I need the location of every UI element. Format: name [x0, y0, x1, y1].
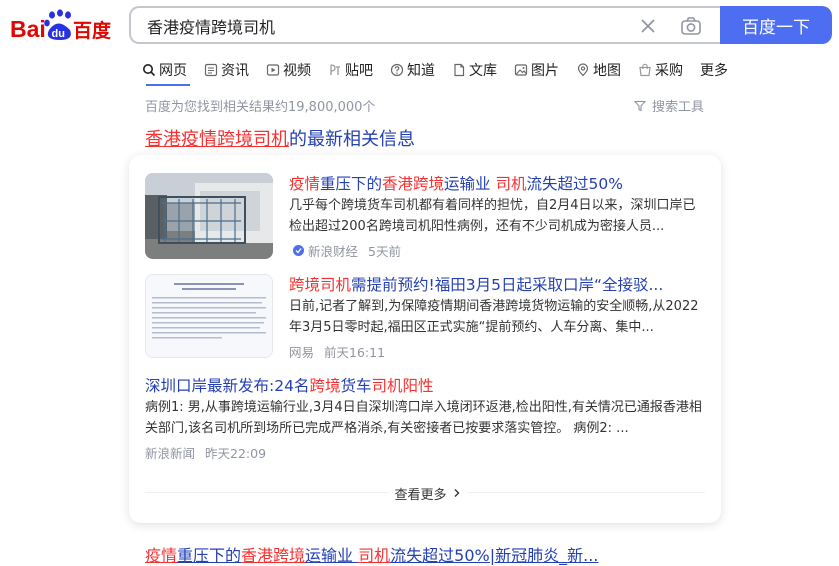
result-count: 百度为您找到相关结果约19,800,000个 — [145, 100, 376, 115]
search-tools-label: 搜索工具 — [652, 100, 705, 115]
tab-label: 文库 — [469, 63, 497, 79]
news-source: 新浪新闻 — [145, 446, 196, 461]
chevron-right-icon — [454, 489, 459, 497]
search-input[interactable] — [145, 8, 619, 44]
news-meta-3: 新浪新闻 昨天22:09 — [145, 443, 266, 462]
tieba-icon — [330, 64, 340, 75]
title-highlight: 跨境 — [309, 377, 341, 395]
news-time: 昨天22:09 — [205, 446, 267, 461]
title-text: 货车 — [340, 377, 372, 395]
video-icon — [266, 64, 280, 76]
tab-label: 贴吧 — [345, 63, 373, 79]
tab-zhidao[interactable]: 知道 — [390, 58, 435, 82]
tab-label: 视频 — [283, 63, 311, 79]
doc-icon — [454, 63, 465, 77]
news-source: 网易 — [289, 345, 315, 360]
news-time: 5天前 — [368, 244, 401, 259]
news-abstract-1: 几乎每个跨境货车司机都有着同样的担忧，自2月4日以来，深圳口岸已检出超过200名… — [289, 198, 696, 234]
search-tools-button[interactable]: 搜索工具 — [634, 96, 704, 115]
search-tabs: 网页 资讯 视频 贴吧 知道 文库 图片 地图 采购 更多 — [142, 58, 745, 82]
title-text: 重压下的 — [177, 546, 242, 565]
search-icon — [143, 64, 156, 77]
view-more-button[interactable]: 查看更多 — [388, 484, 468, 503]
news-abstract-3: 病例1: 男,从事跨境运输行业,3月4日自深圳湾口岸入境闭环返港,检出阳性,有关… — [145, 400, 702, 436]
title-text: 流失超过50%|新冠肺炎_新... — [390, 546, 599, 565]
section-title-highlight: 香港疫情跨境司机 — [145, 129, 289, 150]
news-section-title[interactable]: 香港疫情跨境司机的最新相关信息 — [145, 125, 415, 151]
svg-text:百度: 百度 — [73, 19, 112, 42]
tab-shop[interactable]: 采购 — [638, 58, 683, 82]
news-thumbnail-2[interactable] — [145, 274, 273, 358]
title-text: 深圳口岸最新发布:24名 — [145, 377, 310, 395]
question-icon — [390, 63, 404, 77]
tab-map[interactable]: 地图 — [576, 58, 621, 82]
section-title-rest: 的最新相关信息 — [289, 129, 415, 150]
svg-text:du: du — [52, 28, 65, 40]
tab-label: 网页 — [159, 63, 187, 79]
tab-label: 资讯 — [221, 63, 249, 79]
title-highlight: 跨境司机 — [289, 276, 352, 294]
news-meta-1: 新浪财经 5天前 — [293, 241, 401, 260]
tab-more[interactable]: 更多 — [700, 58, 728, 82]
tab-web[interactable]: 网页 — [142, 58, 187, 82]
shop-icon — [639, 63, 651, 77]
active-tab-indicator — [146, 84, 190, 86]
news-source: 新浪财经 — [308, 244, 359, 259]
title-text: 流失超过50% — [526, 175, 623, 193]
news-title-3[interactable]: 深圳口岸最新发布:24名跨境货车司机阳性 — [145, 374, 434, 396]
baidu-logo-icon: Bai du 百度 — [10, 9, 112, 42]
baidu-logo[interactable]: Bai du 百度 — [8, 6, 118, 46]
clear-icon[interactable] — [637, 15, 659, 37]
news-thumbnail-1[interactable] — [145, 173, 273, 259]
title-highlight: 司机 — [495, 175, 527, 193]
tab-label: 知道 — [407, 63, 435, 79]
search-box[interactable] — [129, 6, 720, 44]
search-button[interactable]: 百度一下 — [720, 6, 832, 44]
result-title[interactable]: 疫情重压下的香港跨境运输业 司机流失超过50%|新冠肺炎_新... — [145, 542, 598, 566]
tab-tieba[interactable]: 贴吧 — [328, 58, 373, 82]
news-icon — [204, 63, 218, 77]
title-text: 运输业 — [444, 175, 496, 193]
filter-icon — [634, 100, 646, 111]
news-image-2 — [146, 275, 272, 357]
tab-label: 采购 — [655, 63, 683, 79]
tab-label: 更多 — [700, 63, 728, 79]
title-highlight: 香港跨境 — [382, 175, 445, 193]
news-title-1[interactable]: 疫情重压下的香港跨境运输业 司机流失超过50% — [289, 172, 623, 194]
title-highlight: 司机阳性 — [371, 377, 434, 395]
verified-icon — [293, 245, 304, 256]
news-abstract-2: 日前,记者了解到,为保障疫情期间香港跨境货物运输的安全顺畅,从2022年3月5日… — [289, 299, 699, 335]
title-highlight: 香港跨境 — [241, 546, 306, 565]
news-meta-2: 网易 前天16:11 — [289, 342, 385, 361]
title-text: 重压下的 — [320, 175, 383, 193]
title-highlight: 司机 — [358, 546, 391, 565]
news-image-1 — [145, 173, 273, 259]
camera-icon[interactable] — [679, 14, 703, 38]
title-text: 需提前预约!福田3月5日起采取口岸“全接驳... — [351, 276, 664, 294]
view-more-label: 查看更多 — [394, 487, 447, 503]
svg-text:Bai: Bai — [10, 16, 46, 42]
title-highlight: 疫情 — [289, 175, 321, 193]
news-title-2[interactable]: 跨境司机需提前预约!福田3月5日起采取口岸“全接驳... — [289, 273, 663, 295]
image-icon — [514, 64, 528, 76]
title-highlight: 疫情 — [145, 546, 178, 565]
map-icon — [577, 63, 589, 77]
tab-video[interactable]: 视频 — [266, 58, 311, 82]
tab-news[interactable]: 资讯 — [204, 58, 249, 82]
tab-label: 地图 — [593, 63, 621, 79]
tab-label: 图片 — [531, 63, 559, 79]
tab-image[interactable]: 图片 — [514, 58, 559, 82]
news-time: 前天16:11 — [324, 345, 386, 360]
tab-wenku[interactable]: 文库 — [452, 58, 497, 82]
title-text: 运输业 — [305, 546, 359, 565]
